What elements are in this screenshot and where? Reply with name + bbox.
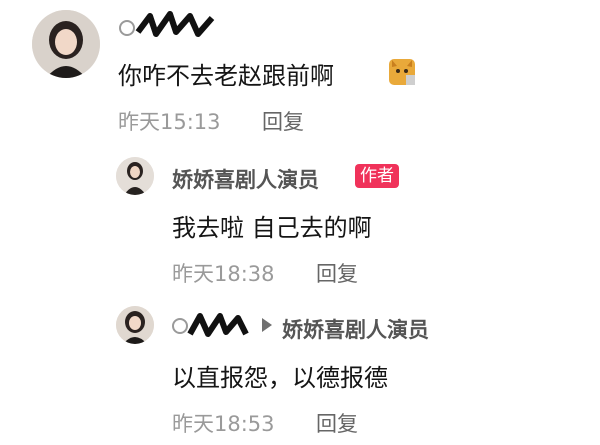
- reply-to-username[interactable]: 娇娇喜剧人演员: [282, 314, 429, 344]
- author-avatar[interactable]: [116, 157, 154, 195]
- redacted-username: [172, 313, 249, 337]
- reply-timestamp: 昨天18:53: [172, 412, 275, 436]
- comment-timestamp: 昨天15:13: [118, 110, 221, 134]
- cat-face-emoji-icon: [389, 59, 415, 85]
- reply-timestamp: 昨天18:38: [172, 262, 275, 286]
- reply-button[interactable]: 回复: [316, 408, 358, 438]
- redacted-username: [119, 11, 215, 37]
- author-badge: 作者: [355, 164, 399, 188]
- reply-username[interactable]: 娇娇喜剧人演员: [172, 164, 319, 194]
- replier-avatar[interactable]: [116, 306, 154, 344]
- reply-text: 我去啦 自己去的啊: [172, 214, 372, 242]
- reply-to-arrow-icon: [262, 318, 272, 332]
- comment-text: 你咋不去老赵跟前啊: [118, 62, 334, 90]
- reply-button[interactable]: 回复: [262, 106, 304, 136]
- commenter-avatar[interactable]: [32, 10, 100, 78]
- reply-text: 以直报怨，以德报德: [172, 364, 388, 392]
- reply-button[interactable]: 回复: [316, 258, 358, 288]
